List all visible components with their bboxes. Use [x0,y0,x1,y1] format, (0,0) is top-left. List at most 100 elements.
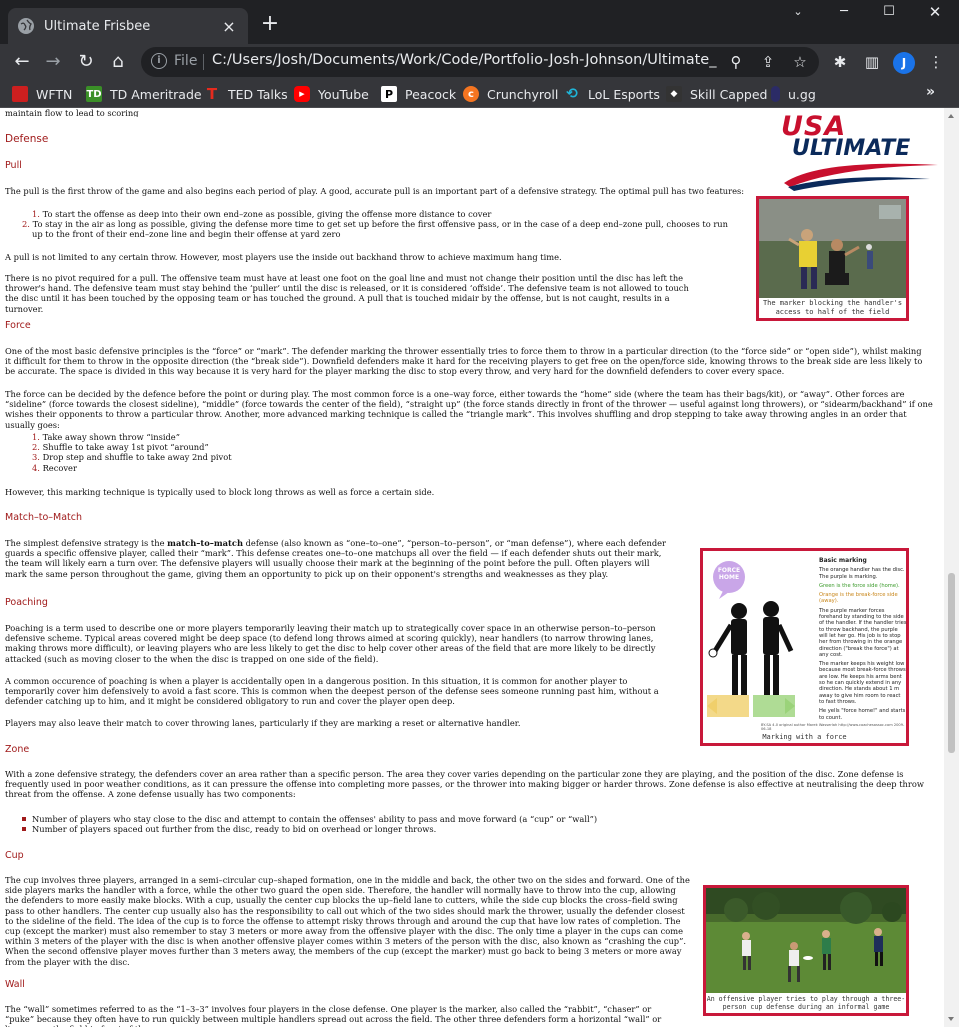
figure-text-line: The marker keeps his weight low because … [819,661,906,705]
zone-list: Number of players who stay close to the … [22,814,722,834]
photo-outdoor-cup-defense [706,888,906,993]
figure-cup-defense: An offensive player tries to play throug… [703,885,909,1016]
pull-paragraph-2: A pull is not limited to any certain thr… [5,252,562,262]
bookmark-label: LoL Esports [588,86,660,102]
list-text: Number of players who stay close to the … [32,814,598,824]
new-tab-button[interactable]: + [258,13,282,37]
bookmark-ted-talks[interactable]: T TED Talks [204,85,288,103]
bookmark-label: u.gg [788,86,816,102]
profile-avatar[interactable]: J [893,52,915,74]
heading-pull: Pull [5,160,22,171]
list-text: Shuffle to take away 1st pivot “around” [42,442,209,453]
zoom-icon[interactable]: ⚲ [725,51,747,73]
list-number: 2. [32,442,40,453]
bookmark-label: Peacock [405,86,457,102]
pull-paragraph-3: There is no pivot required for a pull. T… [5,273,689,314]
bookmark-skill-capped[interactable]: ◆ Skill Capped [666,85,767,103]
browser-toolbar: ← → ↻ ⌂ i File C:/Users/Josh/Documents/W… [0,44,959,80]
site-info-icon[interactable]: i [151,53,167,69]
figure-text-title: Basic marking [819,557,867,564]
side-panel-icon[interactable]: ▥ [862,52,882,72]
peacock-icon: P [381,86,397,102]
scrollbar-thumb[interactable] [948,573,955,753]
bookmark-td-ameritrade[interactable]: TD TD Ameritrade [86,85,202,103]
tab-search-icon[interactable]: ⌄ [775,0,821,24]
ugg-icon [771,86,780,102]
pull-paragraph-1: The pull is the first throw of the game … [5,186,745,196]
browser-tab[interactable]: Ultimate Frisbee × [8,8,248,44]
bullet-icon [22,817,26,821]
forward-arrow-icon[interactable]: → [41,50,65,74]
m2m-text-a: The simplest defensive strategy is the [5,538,168,548]
bookmark-lol-esports[interactable]: ⟲ LoL Esports [564,85,660,103]
pull-list: 1. To start the offense as deep into the… [22,209,732,240]
wall-paragraph-1: The “wall” sometimes referred to as the … [5,1004,662,1027]
url-text[interactable]: C:/Users/Josh/Documents/Work/Code/Portfo… [212,52,717,68]
crunchyroll-icon: c [463,86,479,102]
force-list: 1. Take away shown throw “inside” 2. Shu… [32,432,432,473]
heading-match-to-match: Match–to–Match [5,512,83,523]
list-text: Take away shown throw “inside” [42,432,180,442]
figure-text-line: Orange is the break-force side (away). [819,592,898,605]
bookmarks-bar: WFTN TD TD Ameritrade T TED Talks ▶ YouTube… [0,80,959,108]
share-icon[interactable]: ⇪ [757,51,779,73]
list-number: 4. [32,462,40,473]
heading-wall: Wall [5,979,25,990]
home-icon[interactable]: ⌂ [106,50,130,74]
back-arrow-icon[interactable]: ← [10,50,34,74]
close-tab-icon[interactable]: × [220,17,238,36]
list-item: 4. Recover [32,463,432,473]
figure-text-block: Basic marking The orange handler has the… [819,557,907,721]
reload-icon[interactable]: ↻ [74,50,98,74]
minimize-button[interactable]: ─ [821,0,867,24]
poaching-paragraph-1: Poaching is a term used to describe one … [5,623,656,664]
page-viewport: maintain flow to lead to scoring opportu… [0,108,944,1027]
bullet-icon [22,827,26,832]
cut-paragraph: maintain flow to lead to scoring opportu… [5,108,139,117]
lol-esports-icon: ⟲ [566,86,578,102]
heading-cup: Cup [5,850,24,861]
photo-indoor-marking [759,199,906,298]
list-text: To stay in the air as long as possible, … [32,219,728,240]
m2m-bold-term: match–to–match [167,538,243,548]
bookmark-label: WFTN [36,86,73,102]
logo-swoosh-icon [784,163,938,191]
bookmark-peacock[interactable]: P Peacock [381,85,456,103]
address-bar[interactable]: i File C:/Users/Josh/Documents/Work/Code… [141,47,819,77]
globe-icon [18,18,34,34]
list-number: 1. [32,432,40,442]
wftn-icon [12,86,28,102]
figure-text-line: He yells "force home!" and starts to cou… [819,708,906,721]
title-bar: Ultimate Frisbee × + ⌄ ─ ☐ ✕ [0,0,959,44]
bookmark-star-icon[interactable]: ☆ [789,51,811,73]
figure-caption: Marking with a force [762,732,847,741]
force-paragraph-1: One of the most basic defensive principl… [5,346,923,377]
list-item: 3. Drop step and shuffle to take away 2n… [32,452,432,462]
extensions-icon[interactable]: ✱ [830,52,850,72]
bookmark-label: Skill Capped [690,86,768,102]
scheme-label: File [174,53,198,69]
tab-title: Ultimate Frisbee [44,18,151,34]
figure-caption: The marker blocking the handler's access… [762,299,903,316]
bookmark-ugg[interactable]: u.gg [771,85,816,103]
bookmark-crunchyroll[interactable]: c Crunchyroll [463,85,558,103]
page-scrollbar[interactable] [944,108,959,1027]
list-text: To start the offense as deep into their … [42,209,492,219]
bookmark-wftn[interactable]: WFTN [12,85,72,103]
heading-force: Force [5,320,31,331]
scroll-down-arrow-icon[interactable] [948,1017,954,1021]
list-text: Recover [42,462,77,473]
menu-kebab-icon[interactable]: ⋮ [926,52,946,72]
more-bookmarks-icon[interactable]: » [926,84,935,100]
usa-ultimate-logo: USA ULTIMATE [780,111,940,191]
heading-poaching: Poaching [5,597,48,608]
force-paragraph-2: The force can be decided by the defence … [5,389,933,430]
figure-credit: BY-SA 4.0 original author Marek Wasserla… [761,723,905,732]
poaching-paragraph-2: A common occurence of poaching is when a… [5,676,659,707]
maximize-button[interactable]: ☐ [866,0,912,24]
list-item: 2. Shuffle to take away 1st pivot “aroun… [32,442,432,452]
list-text: Number of players spaced out further fro… [32,824,437,835]
bookmark-youtube[interactable]: ▶ YouTube [294,85,369,103]
scroll-up-arrow-icon[interactable] [948,114,954,118]
close-window-button[interactable]: ✕ [912,0,958,24]
